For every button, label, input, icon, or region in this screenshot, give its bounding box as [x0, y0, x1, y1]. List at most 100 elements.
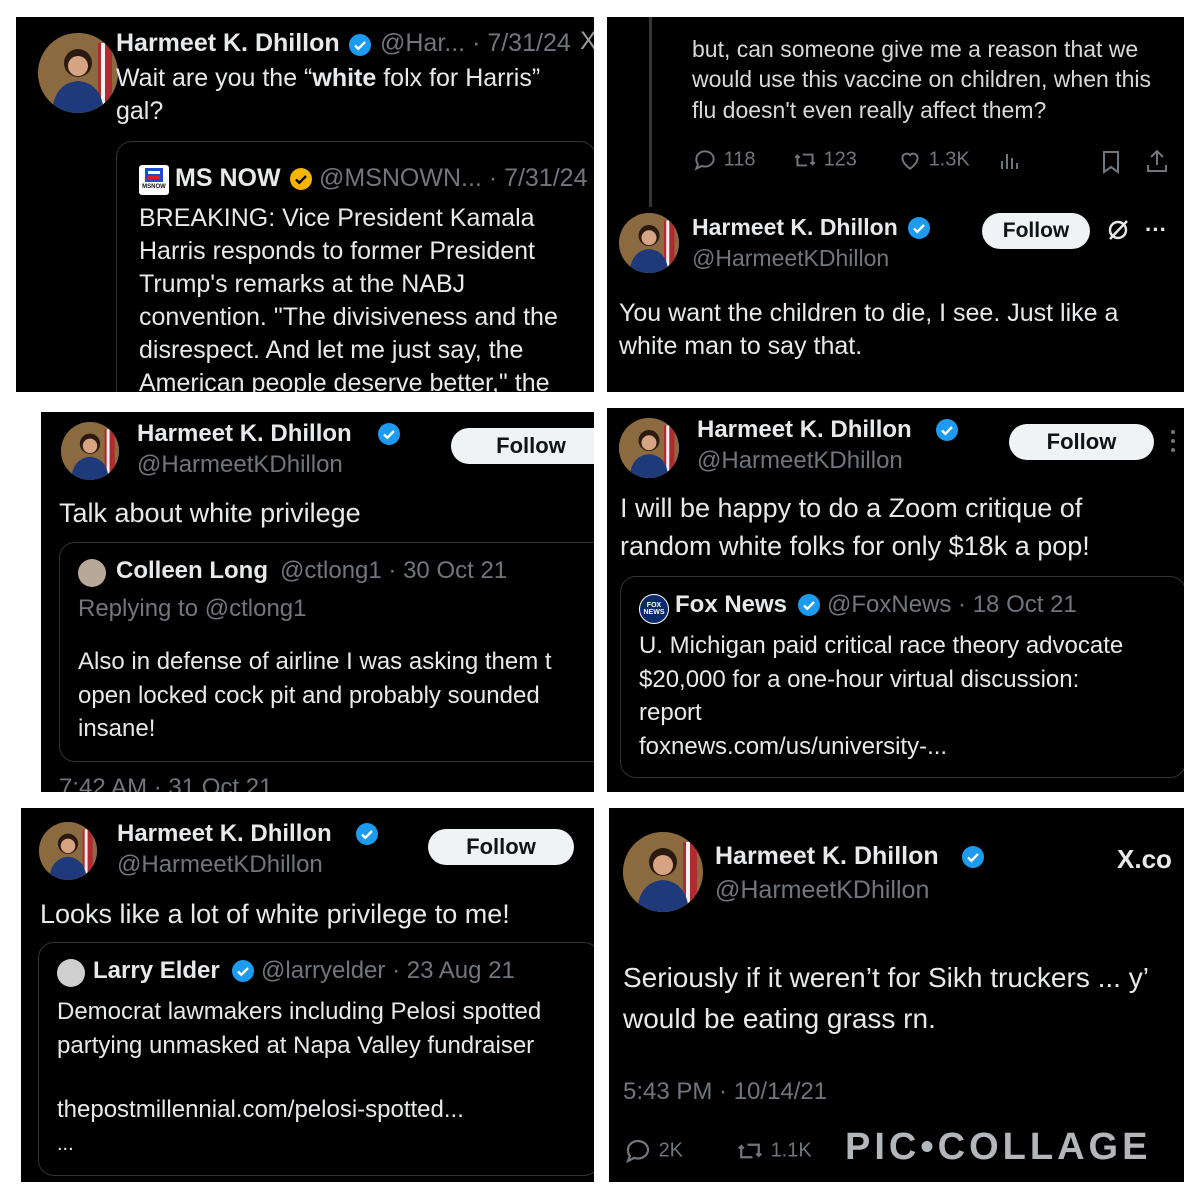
- more-options-icon[interactable]: ···: [1145, 217, 1167, 243]
- follow-button[interactable]: Follow: [1009, 424, 1154, 460]
- verified-badge-icon: [231, 959, 255, 988]
- foxnews-logo-icon: FOX NEWS: [639, 594, 669, 624]
- avatar[interactable]: [38, 33, 118, 113]
- avatar[interactable]: [623, 832, 703, 912]
- reply-action[interactable]: 118: [692, 147, 755, 173]
- quoted-text-line: partying unmasked at Napa Valley fundrai…: [57, 1031, 535, 1059]
- quoted-author-name: Fox News: [675, 591, 788, 618]
- avatar-image: [619, 213, 679, 273]
- x-domain-label: X.co: [1117, 844, 1172, 874]
- avatar-image: [38, 33, 118, 113]
- author-handle[interactable]: @HarmeetKDhillon: [697, 447, 903, 475]
- quoted-author-name: MS NOW: [175, 164, 281, 192]
- quoted-text-line: Also in defense of airline I was asking …: [78, 648, 552, 675]
- author-name[interactable]: Harmeet K. Dhillon: [116, 29, 340, 58]
- repost-action[interactable]: 1.1K: [735, 1136, 812, 1166]
- quoted-text-line: convention. "The divisiveness and the: [139, 303, 558, 331]
- follow-button[interactable]: Follow: [451, 428, 594, 464]
- quoted-text: BREAKING: Vice President Kamala Harris r…: [139, 202, 558, 392]
- follow-button[interactable]: Follow: [428, 829, 574, 865]
- handle-date: @Har... · 7/31/24: [380, 29, 571, 57]
- tweet-text-line: would be eating grass rn.: [623, 1002, 936, 1034]
- author-handle[interactable]: @HarmeetKDhillon: [692, 245, 889, 272]
- tweet-text-line: gal?: [116, 97, 164, 125]
- tweet-text-part: Wait are you the “: [116, 64, 313, 92]
- quoted-ellipsis: ...: [57, 1133, 74, 1155]
- msnow-logo-text: MSNOW: [142, 184, 166, 190]
- verified-badge-icon: [907, 216, 931, 245]
- author-handle[interactable]: @HarmeetKDhillon: [715, 876, 929, 905]
- tweet-text-line: You want the children to die, I see. Jus…: [619, 299, 1119, 327]
- thread-line: [649, 17, 652, 207]
- share-icon[interactable]: [1144, 147, 1170, 180]
- avatar[interactable]: [39, 822, 97, 880]
- previous-tweet-line: flu doesn't even really affect them?: [692, 96, 1047, 123]
- quoted-text-line: Democrat lawmakers including Pelosi spot…: [57, 998, 542, 1025]
- reply-icon: [694, 150, 715, 171]
- verified-badge-icon: [355, 822, 379, 851]
- quoted-text: Democrat lawmakers including Pelosi spot…: [57, 995, 541, 1062]
- quoted-handle-date: @MSNOWN... · 7/31/24: [319, 164, 588, 192]
- pic-collage-watermark: PIC•COLLAGE: [845, 1126, 1152, 1168]
- author-handle[interactable]: @HarmeetKDhillon: [137, 451, 343, 479]
- quoted-handle-date: @larryelder · 23 Aug 21: [261, 957, 515, 984]
- quoted-tweet[interactable]: MSNOW MS NOW @MSNOWN... · 7/31/24 BREAKI…: [116, 141, 594, 392]
- avatar[interactable]: [619, 418, 679, 478]
- verified-badge-icon: [935, 418, 959, 447]
- views-icon[interactable]: [997, 149, 1021, 178]
- like-action[interactable]: 1.3K: [897, 147, 970, 173]
- reply-action[interactable]: 2K: [623, 1136, 683, 1166]
- replying-to: Replying to @ctlong1: [78, 595, 307, 622]
- verified-badge-icon: [377, 422, 401, 451]
- verified-badge-icon: [961, 845, 985, 874]
- previous-tweet-text: but, can someone give me a reason that w…: [692, 34, 1151, 125]
- author-name[interactable]: Harmeet K. Dhillon: [715, 842, 939, 871]
- quoted-text-line: BREAKING: Vice President Kamala: [139, 204, 535, 232]
- avatar[interactable]: [619, 213, 679, 273]
- more-options-icon[interactable]: [1171, 430, 1175, 454]
- quoted-text-line: Harris responds to former President: [139, 237, 535, 265]
- quoted-link[interactable]: thepostmillennial.com/pelosi-spotted...: [57, 1096, 464, 1124]
- author-name[interactable]: Harmeet K. Dhillon: [137, 420, 352, 448]
- quoted-text-line: report: [639, 699, 702, 727]
- repost-count: 123: [823, 148, 857, 171]
- quoted-text-line: $20,000 for a one-hour virtual discussio…: [639, 665, 1080, 693]
- quoted-avatar: [57, 959, 85, 987]
- quoted-handle-date: @ctlong1 · 30 Oct 21: [280, 557, 508, 584]
- panel-tweet-6: Harmeet K. Dhillon @HarmeetKDhillon X.co…: [609, 808, 1184, 1182]
- tweet-text: Seriously if it weren’t for Sikh trucker…: [623, 958, 1149, 1039]
- panel-tweet-1: Harmeet K. Dhillon @Har... · 7/31/24 X W…: [16, 17, 594, 392]
- quoted-author-name: Larry Elder: [93, 957, 220, 984]
- quoted-handle-date: @FoxNews · 18 Oct 21: [827, 591, 1077, 618]
- quoted-tweet[interactable]: Colleen Long @ctlong1 · 30 Oct 21 Replyi…: [59, 542, 594, 762]
- author-name[interactable]: Harmeet K. Dhillon: [692, 214, 898, 241]
- repost-action[interactable]: 123: [792, 147, 857, 173]
- verified-gold-badge-icon: [289, 167, 313, 196]
- tweet-text-bold: white: [312, 64, 377, 92]
- panel-tweet-3: Harmeet K. Dhillon @HarmeetKDhillon Foll…: [41, 412, 594, 792]
- tweet-timestamp: 7:42 AM · 31 Oct 21: [59, 774, 273, 792]
- panel-tweet-4: Harmeet K. Dhillon @HarmeetKDhillon Foll…: [607, 408, 1184, 792]
- reply-count: 2K: [658, 1139, 684, 1162]
- repost-icon: [794, 153, 816, 167]
- avatar[interactable]: [61, 422, 119, 480]
- previous-tweet-line: but, can someone give me a reason that w…: [692, 36, 1139, 62]
- heart-icon: [901, 152, 919, 170]
- author-name[interactable]: Harmeet K. Dhillon: [697, 416, 912, 444]
- author-handle[interactable]: @HarmeetKDhillon: [117, 851, 323, 879]
- author-name[interactable]: Harmeet K. Dhillon: [117, 820, 332, 848]
- grok-icon[interactable]: [1105, 217, 1131, 248]
- quoted-link[interactable]: foxnews.com/us/university-...: [639, 730, 1123, 764]
- reply-icon: [625, 1139, 650, 1164]
- quoted-text-line: Trump's remarks at the NABJ: [139, 270, 466, 298]
- quoted-tweet[interactable]: FOX NEWS Fox News @FoxNews · 18 Oct 21 U…: [620, 576, 1184, 778]
- quoted-avatar: [78, 559, 106, 587]
- tweet-text-line: I will be happy to do a Zoom critique of: [620, 493, 1083, 523]
- tweet-text: I will be happy to do a Zoom critique of…: [620, 490, 1090, 566]
- follow-button[interactable]: Follow: [982, 213, 1090, 249]
- verified-badge-icon: [797, 593, 821, 622]
- quoted-text: U. Michigan paid critical race theory ad…: [639, 629, 1123, 763]
- bookmark-icon[interactable]: [1099, 149, 1123, 180]
- quoted-tweet[interactable]: Larry Elder @larryelder · 23 Aug 21 Demo…: [38, 942, 594, 1176]
- tweet-text-line: random white folks for only $18k a pop!: [620, 530, 1090, 561]
